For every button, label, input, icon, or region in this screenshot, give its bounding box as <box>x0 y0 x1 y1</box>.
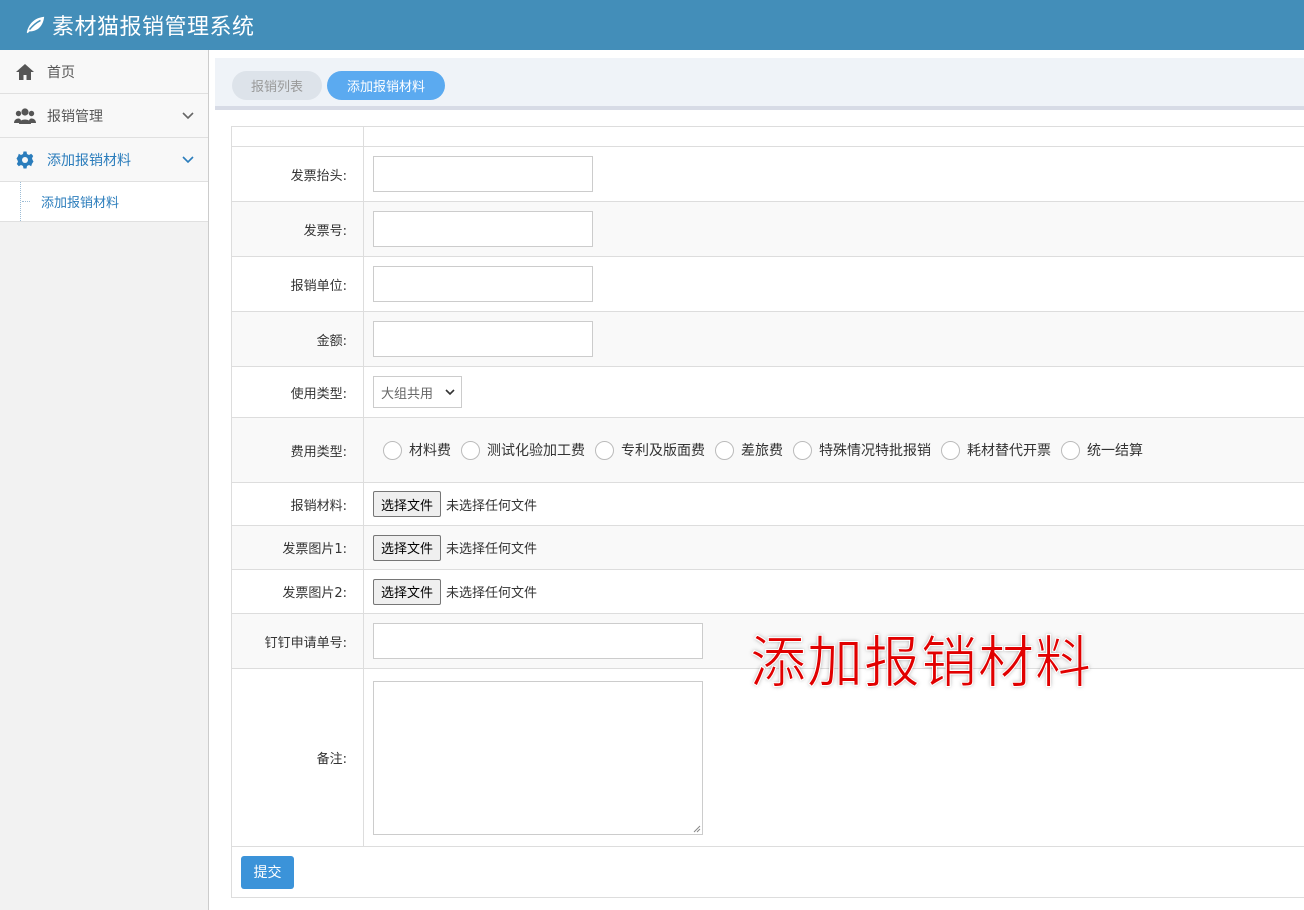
empty-cell <box>232 127 364 146</box>
empty-cell <box>364 127 1304 146</box>
expense-type-label: 费用类型: <box>232 418 364 482</box>
invoice-title-label: 发票抬头: <box>232 147 364 201</box>
sidebar-item-label: 添加报销材料 <box>47 152 131 169</box>
form-row: 发票抬头: <box>232 147 1304 202</box>
users-icon <box>14 107 36 125</box>
chevron-down-icon <box>182 156 194 164</box>
invoice-image2-label: 发票图片2: <box>232 570 364 613</box>
sidebar-item-reimbursement-management[interactable]: 报销管理 <box>0 94 208 138</box>
amount-label: 金额: <box>232 312 364 366</box>
sidebar-item-home[interactable]: 首页 <box>0 50 208 94</box>
reimbursement-unit-input[interactable] <box>373 266 593 302</box>
home-icon <box>14 63 36 81</box>
invoice-number-label: 发票号: <box>232 202 364 256</box>
radio-circle[interactable] <box>595 440 614 460</box>
expense-option-radio[interactable]: 耗材替代开票 <box>941 440 1051 460</box>
form-row: 发票图片2: 选择文件 未选择任何文件 <box>232 570 1304 614</box>
chevron-down-icon <box>182 112 194 120</box>
sidebar-item-label: 报销管理 <box>47 108 103 125</box>
material-file-label: 报销材料: <box>232 483 364 525</box>
chevron-down-icon <box>445 389 455 396</box>
invoice-number-input[interactable] <box>373 211 593 247</box>
sidebar: 首页 报销管理 添加报销材料 添加报销材料 <box>0 50 209 910</box>
sidebar-subitem-label: 添加报销材料 <box>41 196 120 211</box>
no-file-text: 未选择任何文件 <box>446 542 538 557</box>
tab-bar: 报销列表 添加报销材料 <box>215 58 1304 110</box>
tab-reimbursement-list[interactable]: 报销列表 <box>232 71 322 100</box>
form-row: 报销单位: <box>232 257 1304 312</box>
form-row: 费用类型: 材料费 测试化验加工费 专利及版面费 差旅费 特殊情况特批报销 耗材… <box>232 418 1304 483</box>
sidebar-item-add-material[interactable]: 添加报销材料 <box>0 138 208 182</box>
dingtalk-number-label: 钉钉申请单号: <box>232 614 364 668</box>
watermark-text: 添加报销材料 <box>750 631 1092 697</box>
form-row: 发票图片1: 选择文件 未选择任何文件 <box>232 526 1304 570</box>
remark-label: 备注: <box>232 669 364 846</box>
submit-button[interactable]: 提交 <box>241 855 294 889</box>
expense-option-radio[interactable]: 测试化验加工费 <box>461 440 585 460</box>
amount-input[interactable] <box>373 321 593 357</box>
radio-circle[interactable] <box>793 440 812 460</box>
expense-option-radio[interactable]: 特殊情况特批报销 <box>793 440 931 460</box>
tab-add-material[interactable]: 添加报销材料 <box>327 71 445 100</box>
leaf-icon <box>26 16 45 34</box>
radio-circle[interactable] <box>1061 440 1080 460</box>
sidebar-subitem-add-material[interactable]: 添加报销材料 <box>0 182 208 222</box>
no-file-text: 未选择任何文件 <box>446 498 538 514</box>
choose-file-button[interactable]: 选择文件 <box>373 491 442 517</box>
expense-type-radio-group: 材料费 测试化验加工费 专利及版面费 差旅费 特殊情况特批报销 耗材替代开票 统… <box>373 440 1153 460</box>
choose-file-button[interactable]: 选择文件 <box>373 578 442 605</box>
reimbursement-unit-label: 报销单位: <box>232 257 364 311</box>
remark-textarea[interactable] <box>373 680 703 835</box>
resize-grip-icon[interactable] <box>693 825 701 833</box>
form-row: 使用类型: 大组共用 <box>232 367 1304 418</box>
expense-option-radio[interactable]: 材料费 <box>383 440 451 460</box>
invoice-title-input[interactable] <box>373 156 593 192</box>
radio-circle[interactable] <box>941 440 960 460</box>
no-file-text: 未选择任何文件 <box>446 586 538 601</box>
form-row: 报销材料: 选择文件 未选择任何文件 <box>232 483 1304 526</box>
sidebar-item-label: 首页 <box>47 64 75 81</box>
gear-icon <box>14 151 36 169</box>
expense-option-radio[interactable]: 统一结算 <box>1061 440 1143 460</box>
expense-option-radio[interactable]: 专利及版面费 <box>595 440 705 460</box>
dingtalk-number-input[interactable] <box>373 623 703 659</box>
top-navbar: 素材猫报销管理系统 <box>0 0 1304 50</box>
form-row: 金额: <box>232 312 1304 367</box>
form-header-row <box>232 127 1304 147</box>
usage-type-label: 使用类型: <box>232 367 364 417</box>
radio-circle[interactable] <box>383 440 402 460</box>
radio-circle[interactable] <box>461 440 480 460</box>
submit-row: 提交 <box>232 847 1304 898</box>
tree-dash <box>22 201 30 202</box>
form-row: 发票号: <box>232 202 1304 257</box>
expense-option-radio[interactable]: 差旅费 <box>715 440 783 460</box>
usage-type-select[interactable]: 大组共用 <box>373 376 462 408</box>
reimbursement-form: 发票抬头: 发票号: 报销单位: 金额: 使用类型: 大组共用 费用类型: 材料… <box>231 126 1304 898</box>
app-title: 素材猫报销管理系统 <box>52 15 255 40</box>
tree-line <box>20 182 21 221</box>
choose-file-button[interactable]: 选择文件 <box>373 534 442 561</box>
usage-type-value: 大组共用 <box>381 386 434 402</box>
radio-circle[interactable] <box>715 440 734 460</box>
invoice-image1-label: 发票图片1: <box>232 526 364 569</box>
